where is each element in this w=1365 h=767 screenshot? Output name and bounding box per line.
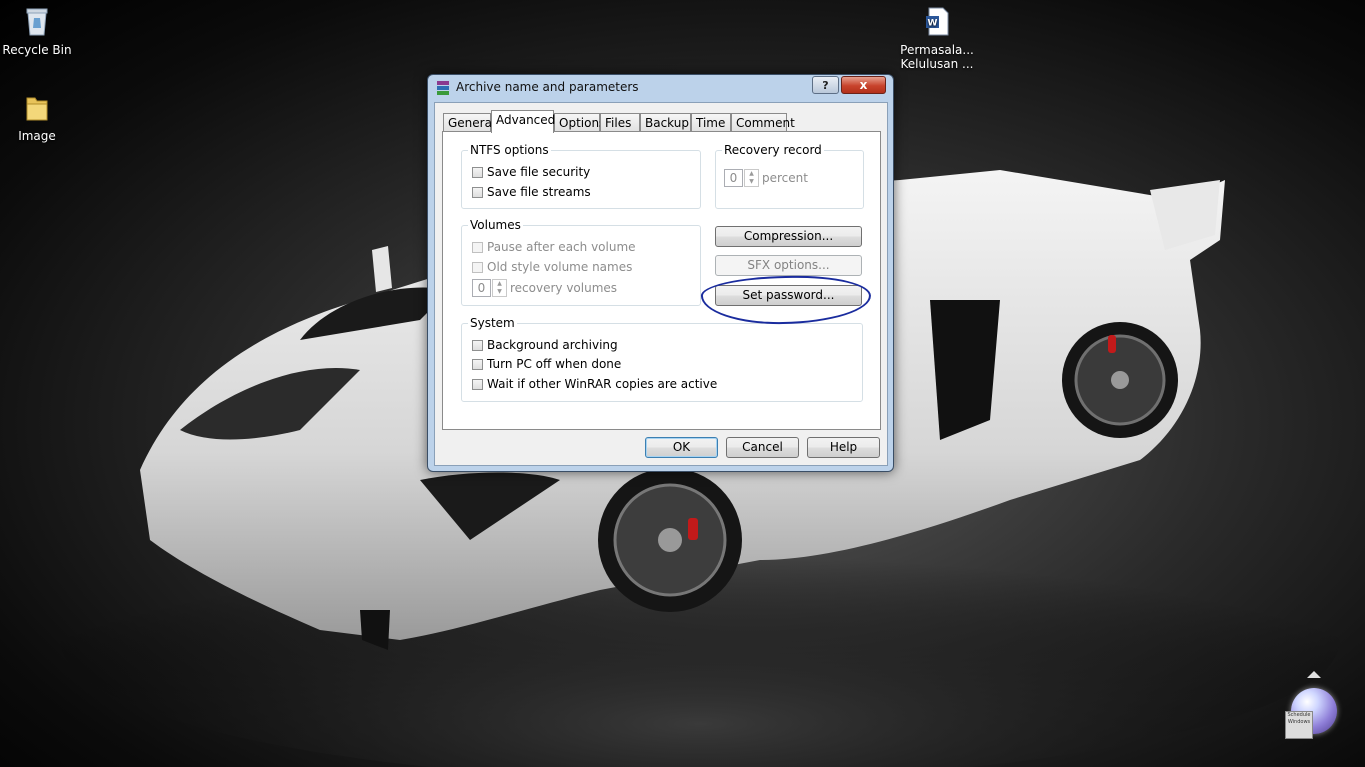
tab-general[interactable]: General [443, 113, 495, 132]
compression-button[interactable]: Compression... [715, 226, 862, 247]
recycle-bin-icon [26, 8, 48, 36]
word-document-icon: W [926, 7, 949, 36]
checkbox-box [472, 241, 483, 253]
archive-dialog: Archive name and parameters ? x General … [427, 74, 894, 472]
save-file-security-checkbox[interactable]: Save file security [472, 164, 590, 180]
volumes-group: Volumes Pause after each volume Old styl… [461, 218, 701, 306]
background-archiving-checkbox[interactable]: Background archiving [472, 337, 618, 353]
checkbox-box [472, 261, 483, 273]
checkbox-box [472, 378, 483, 390]
checkbox-box [472, 358, 483, 370]
recovery-record-group: Recovery record 0 ▲ ▼ percent [715, 143, 864, 209]
title-bar[interactable]: Archive name and parameters ? x [428, 75, 893, 101]
tab-files[interactable]: Files [600, 113, 640, 132]
old-style-volume-names-checkbox[interactable]: Old style volume names [472, 259, 632, 275]
desktop-icon-recycle-bin[interactable]: Recycle Bin [0, 6, 77, 57]
checkbox-box [472, 339, 483, 351]
checkbox-box [472, 166, 483, 178]
spinner-arrows-icon[interactable]: ▲ ▼ [492, 279, 507, 297]
tab-comment[interactable]: Comment [731, 113, 795, 132]
tab-advanced[interactable]: Advanced [491, 110, 555, 133]
recovery-percent-spinner[interactable]: 0 ▲ ▼ percent [724, 169, 808, 187]
help-button[interactable]: Help [807, 437, 880, 458]
show-hidden-icons-icon[interactable] [1307, 671, 1321, 678]
spinner-arrows-icon[interactable]: ▲ ▼ [744, 169, 759, 187]
winrar-icon [437, 81, 449, 95]
volumes-label: Volumes [468, 218, 523, 232]
tab-time[interactable]: Time [691, 113, 731, 132]
pause-after-each-volume-checkbox[interactable]: Pause after each volume [472, 239, 636, 255]
tab-backup[interactable]: Backup [640, 113, 691, 132]
cancel-button[interactable]: Cancel [726, 437, 799, 458]
desktop-icon-word-document[interactable]: W Permasala... Kelulusan ... [897, 6, 977, 71]
ntfs-options-group: NTFS options Save file security Save fil… [461, 143, 701, 209]
recovery-volumes-spinner[interactable]: 0 ▲ ▼ recovery volumes [472, 279, 617, 297]
system-label: System [468, 316, 517, 330]
recovery-record-label: Recovery record [722, 143, 824, 157]
desktop-icon-image-folder[interactable]: Image [0, 92, 77, 143]
sfx-options-button[interactable]: SFX options... [715, 255, 862, 276]
wait-other-copies-checkbox[interactable]: Wait if other WinRAR copies are active [472, 376, 717, 392]
folder-icon [26, 97, 48, 121]
ntfs-options-label: NTFS options [468, 143, 551, 157]
schedule-gadget[interactable]: Schedule Windows [1285, 711, 1313, 739]
help-title-button[interactable]: ? [812, 76, 839, 94]
save-file-streams-checkbox[interactable]: Save file streams [472, 184, 591, 200]
dialog-title: Archive name and parameters [456, 80, 639, 94]
turn-pc-off-checkbox[interactable]: Turn PC off when done [472, 356, 621, 372]
ok-button[interactable]: OK [645, 437, 718, 458]
system-group: System Background archiving Turn PC off … [461, 316, 863, 402]
close-button[interactable]: x [841, 76, 886, 94]
tab-options[interactable]: Options [554, 113, 605, 132]
svg-text:W: W [928, 19, 938, 29]
checkbox-box [472, 186, 483, 198]
